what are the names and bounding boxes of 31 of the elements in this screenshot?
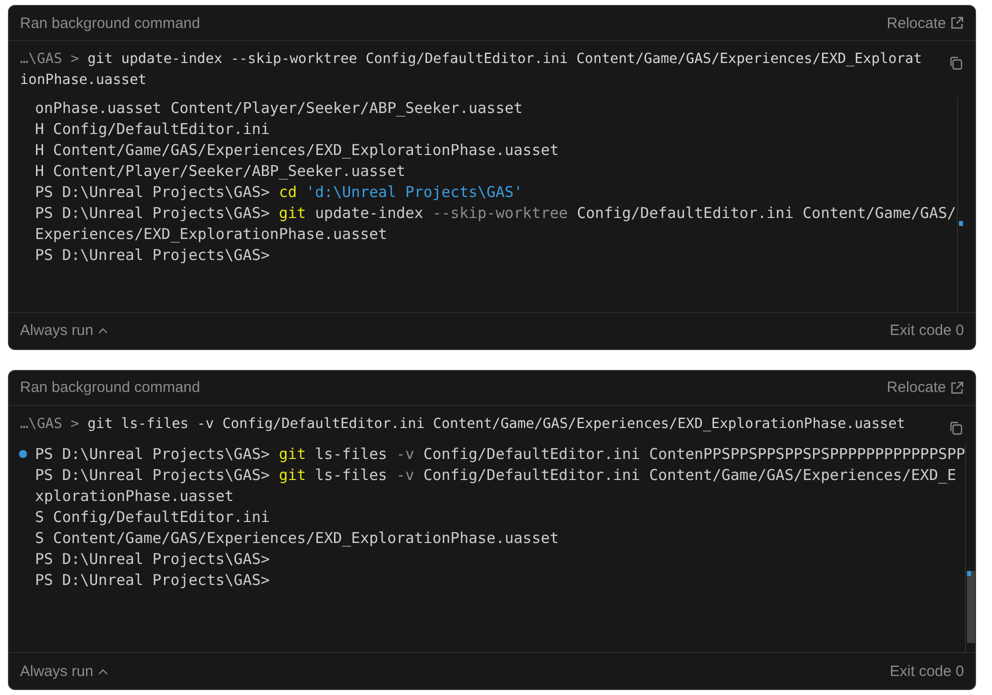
terminal-line: PS D:\Unreal Projects\GAS> cd 'd:\Unreal Projects\GAS' — [35, 182, 523, 203]
terminal-line: S Content/Game/GAS/Experiences/EXD_ExplorationPhase.uasset — [35, 528, 559, 549]
relocate-button[interactable]: Relocate — [886, 379, 964, 396]
panel-title: Ran background command — [20, 379, 200, 396]
always-run-button[interactable]: Always run — [20, 662, 108, 680]
terminal-line: PS D:\Unreal Projects\GAS> git ls-files -v Config/DefaultEditor.ini ContenPPSPPSPPSPPSPSPPPPPPPPPPPPSPP — [35, 444, 966, 465]
terminal-line: H Content/Player/Seeker/ABP_Seeker.uasset — [35, 161, 406, 182]
relocate-button[interactable]: Relocate — [886, 14, 964, 32]
copy-icon[interactable] — [949, 420, 965, 437]
external-link-icon — [950, 380, 964, 395]
terminal-line: PS D:\Unreal Projects\GAS> git ls-files -v Config/DefaultEditor.ini Content/Game/GAS/Experiences/EXD_E — [35, 464, 956, 486]
terminal-line: PS D:\Unreal Projects\GAS> git update-index --skip-worktree Config/DefaultEditor.ini Content/Game/GAS/ — [35, 203, 956, 224]
terminal-line: PS D:\Unreal Projects\GAS> — [35, 245, 270, 266]
chevron-up-icon — [98, 668, 108, 674]
terminal-line: PS D:\Unreal Projects\GAS> — [35, 570, 270, 591]
panel-title: Ran background command — [20, 14, 200, 32]
always-run-button[interactable]: Always run — [20, 322, 108, 340]
command-text: …\GAS > git update-index --skip-worktree Config/DefaultEditor.ini Content/Game/GAS/Experiences/EXD_Explorat ionPhase.uasset — [20, 50, 923, 90]
chevron-up-icon — [98, 327, 108, 334]
copy-icon[interactable] — [949, 56, 965, 72]
exit-code-label: Exit code 0 — [890, 322, 964, 340]
terminal-line: S Config/DefaultEditor.ini — [35, 506, 270, 528]
terminal-line: PS D:\Unreal Projects\GAS> — [35, 548, 270, 570]
terminal-line: H Config/DefaultEditor.ini — [35, 119, 270, 140]
terminal-line: H Content/Game/GAS/Experiences/EXD_ExplorationPhase.uasset — [35, 140, 559, 161]
command-text: …\GAS > git ls-files -v Config/DefaultEditor.ini Content/Game/GAS/Experiences/EXD_ExplorationPhase.uasset — [20, 414, 906, 434]
external-link-icon — [950, 16, 964, 30]
exit-code-label: Exit code 0 — [890, 662, 964, 680]
terminal-line: xplorationPhase.uasset — [35, 486, 234, 507]
terminal-line: onPhase.uasset Content/Player/Seeker/ABP_Seeker.uasset — [35, 98, 523, 119]
terminal-line: Experiences/EXD_ExplorationPhase.uasset — [35, 224, 388, 245]
